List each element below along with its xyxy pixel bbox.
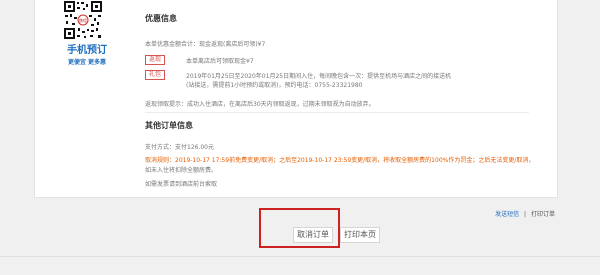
payment-method: 支付方式：支付126.00元	[145, 144, 214, 151]
gift-text-line2: (站接送，需提前1小时预约或取消)，预约电话：0755-23321980	[186, 82, 363, 89]
mobile-booking-panel: 携程 手机预订 更便宜 更多惠	[49, 0, 125, 74]
cancel-policy-line2: 如未入住将扣除全额房费。	[145, 167, 218, 174]
link-separator: |	[524, 211, 527, 218]
other-info-section-title: 其他订单信息	[145, 121, 193, 130]
footer-divider	[0, 256, 600, 257]
invoice-notice: 如需发票请到酒店前台索取	[145, 181, 218, 188]
discount-total: 本单优惠金额合计：现金返现(离店后可领)¥7	[145, 41, 266, 48]
order-detail-card: 携程 手机预订 更便宜 更多惠 优惠信息 本单优惠金额合计：现金返现(离店后可领…	[34, 0, 558, 198]
cashback-text: 本单离店后可领取现金¥7	[186, 58, 254, 65]
qr-code: 携程	[63, 0, 103, 40]
send-sms-link[interactable]: 发送短信	[495, 211, 519, 218]
gift-tag: 礼包	[145, 70, 166, 80]
cashback-notice: 返现领取提示：成功入住酒店，在离店后30天内领取返现，过期未领取视为自动放弃。	[145, 101, 375, 108]
order-links: 发送短信 | 打印订单	[495, 209, 555, 218]
section-divider	[145, 112, 529, 113]
gift-text-line1: 2019年01月25日至2020年01月25日期间入住，每间晚包含一次：提供至机…	[186, 73, 452, 80]
print-page-button[interactable]: 打印本页	[340, 227, 380, 243]
mobile-booking-slogan: 更便宜 更多惠	[67, 59, 107, 66]
qr-badge-text: 携程	[79, 17, 87, 23]
cancel-policy-line1: 取消规则：2019-10-17 17:59前免费变更/取消；之后至2019-10…	[145, 157, 535, 164]
cashback-tag: 返现	[145, 55, 166, 65]
cancel-order-button[interactable]: 取消订单	[293, 227, 333, 243]
print-order-link[interactable]: 打印订单	[531, 211, 555, 218]
discount-section-title: 优惠信息	[145, 14, 177, 23]
mobile-booking-label: 手机预订	[67, 45, 107, 56]
